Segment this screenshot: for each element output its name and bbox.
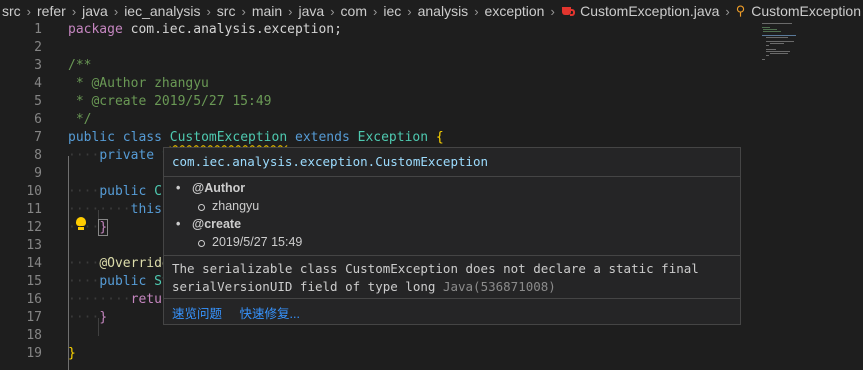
hover-tooltip: com.iec.analysis.exception.CustomExcepti…	[163, 147, 741, 325]
doc-tag-author-value: zhangyu	[198, 199, 259, 213]
diagnostic-source: Java(536871008)	[442, 279, 556, 294]
chevron-right-icon: ›	[407, 3, 412, 19]
line-number: 15	[26, 274, 42, 289]
breadcrumb-item-java2[interactable]: java	[297, 3, 327, 19]
chevron-right-icon: ›	[373, 3, 378, 19]
line-number: 9	[34, 166, 42, 181]
chevron-right-icon: ›	[26, 3, 32, 19]
line-number: 10	[26, 184, 42, 199]
line-number: 12	[26, 220, 42, 235]
line-number: 2	[34, 40, 42, 55]
line-number: 5	[34, 94, 42, 109]
breadcrumb-item-exception[interactable]: exception	[483, 3, 547, 19]
line-number: 8	[34, 148, 42, 163]
chevron-right-icon: ›	[71, 3, 77, 19]
line-number: 13	[26, 238, 42, 253]
warning-squiggle[interactable]: CustomException	[170, 130, 287, 145]
breadcrumb-item-file[interactable]: CustomException.java	[578, 3, 721, 19]
hover-signature: com.iec.analysis.exception.CustomExcepti…	[172, 154, 489, 169]
breadcrumb-item-iec[interactable]: iec	[381, 3, 403, 19]
breadcrumb-item-refer[interactable]: refer	[35, 3, 68, 19]
class-symbol-icon: ⚲	[735, 3, 746, 18]
line-number: 18	[26, 328, 42, 343]
breadcrumb-item-iec-analysis[interactable]: iec_analysis	[122, 3, 202, 19]
chevron-right-icon: ›	[241, 3, 246, 19]
peek-problem-link[interactable]: 速览问题	[172, 307, 222, 321]
line-number: 4	[34, 76, 42, 91]
doc-tag-create-value: 2019/5/27 15:49	[198, 235, 302, 249]
java-file-icon	[561, 5, 576, 17]
line-number: 11	[26, 202, 42, 217]
divider	[164, 176, 740, 177]
divider	[164, 298, 740, 299]
quick-fix-link[interactable]: 快速修复...	[240, 307, 300, 321]
chevron-right-icon: ›	[550, 3, 555, 19]
line-number: 6	[34, 112, 42, 127]
diagnostic-message: The serializable class CustomException d…	[172, 261, 699, 294]
chevron-right-icon: ›	[474, 3, 479, 19]
line-number: 7	[34, 130, 42, 145]
breadcrumb-item-com[interactable]: com	[339, 3, 369, 19]
hover-actions: 速览问题 快速修复...	[172, 303, 314, 322]
line-number: 16	[26, 292, 42, 307]
chevron-right-icon: ›	[725, 3, 730, 19]
breadcrumb-item-src2[interactable]: src	[215, 3, 238, 19]
line-number: 14	[26, 256, 42, 271]
breadcrumb: src › refer › java › iec_analysis › src › mai…	[0, 0, 863, 22]
breadcrumb-item-analysis[interactable]: analysis	[416, 3, 471, 19]
divider	[164, 255, 740, 256]
line-number: 1	[34, 22, 42, 37]
line-number: 17	[26, 310, 42, 325]
doc-tag-create: @create	[176, 217, 241, 231]
lightbulb-icon[interactable]	[75, 217, 87, 231]
line-number: 19	[26, 346, 42, 361]
minimap[interactable]	[760, 22, 860, 62]
chevron-right-icon: ›	[113, 3, 119, 19]
breadcrumb-item-main[interactable]: main	[250, 3, 284, 19]
breadcrumb-item-symbol[interactable]: CustomException	[749, 3, 863, 19]
chevron-right-icon: ›	[206, 3, 211, 19]
line-number: 3	[34, 58, 42, 73]
breadcrumb-item-java[interactable]: java	[80, 3, 110, 19]
breadcrumb-item-src[interactable]: src	[0, 3, 23, 19]
chevron-right-icon: ›	[288, 3, 293, 19]
chevron-right-icon: ›	[330, 3, 335, 19]
doc-tag-author: @Author	[176, 181, 245, 195]
